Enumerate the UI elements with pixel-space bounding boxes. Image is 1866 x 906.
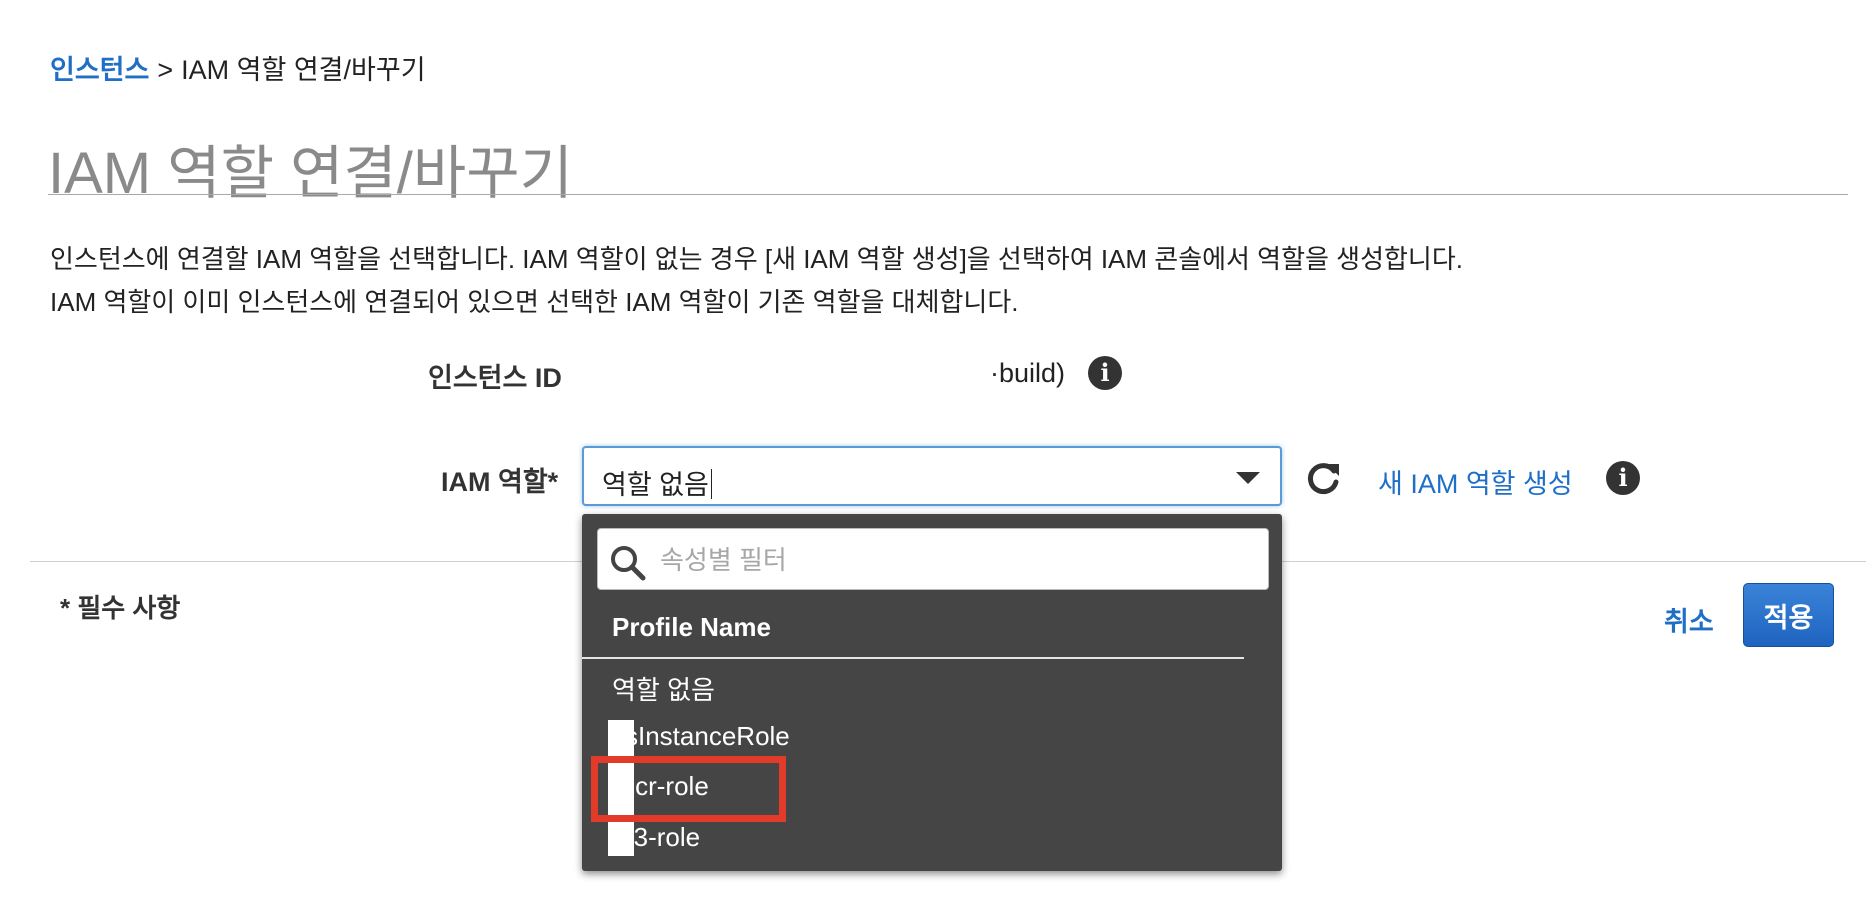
filter-field[interactable] [597,528,1269,590]
filter-input[interactable] [658,539,1252,581]
create-iam-role-link[interactable]: 새 IAM 역할 생성 [1378,462,1573,501]
column-header-divider [582,657,1244,659]
iam-role-select[interactable]: 역할 없음 [582,446,1282,506]
cancel-button[interactable]: 취소 [1664,600,1714,639]
role-option[interactable]: 역할 없음 [612,670,715,707]
description-line-1: 인스턴스에 연결할 IAM 역할을 선택합니다. IAM 역할이 없는 경우 [… [50,244,1463,274]
iam-role-label: IAM 역할* [441,467,559,497]
required-note: * 필수 사항 [60,593,181,623]
page-description: 인스턴스에 연결할 IAM 역할을 선택합니다. IAM 역할이 없는 경우 [… [50,238,1463,324]
iam-role-select-value: 역할 없음 [602,463,712,502]
text-cursor [710,469,712,499]
breadcrumb-separator: > [157,55,174,85]
profile-name-column-header: Profile Name [612,612,771,642]
info-icon[interactable]: i [1088,356,1122,390]
redaction-bar [608,720,634,856]
instance-id-label: 인스턴스 ID [428,363,562,393]
chevron-down-icon[interactable] [1236,472,1260,484]
breadcrumb-current: IAM 역할 연결/바꾸기 [181,55,426,85]
apply-button[interactable]: 적용 [1743,583,1834,647]
description-line-2: IAM 역할이 이미 인스턴스에 연결되어 있으면 선택한 IAM 역할이 기존… [50,287,1019,317]
instance-id-value: ·build) [990,358,1066,388]
role-option[interactable]: csInstanceRole [612,721,790,752]
refresh-icon[interactable] [1303,458,1343,498]
search-icon [611,546,646,581]
breadcrumb: 인스턴스 > IAM 역할 연결/바꾸기 [50,48,426,87]
title-divider [48,194,1848,195]
info-icon[interactable]: i [1606,461,1640,495]
iam-role-dropdown-menu: Profile Name 역할 없음 csInstanceRole -ecr-r… [582,514,1282,871]
page-title: IAM 역할 연결/바꾸기 [48,141,573,206]
breadcrumb-instances-link[interactable]: 인스턴스 [50,55,149,85]
